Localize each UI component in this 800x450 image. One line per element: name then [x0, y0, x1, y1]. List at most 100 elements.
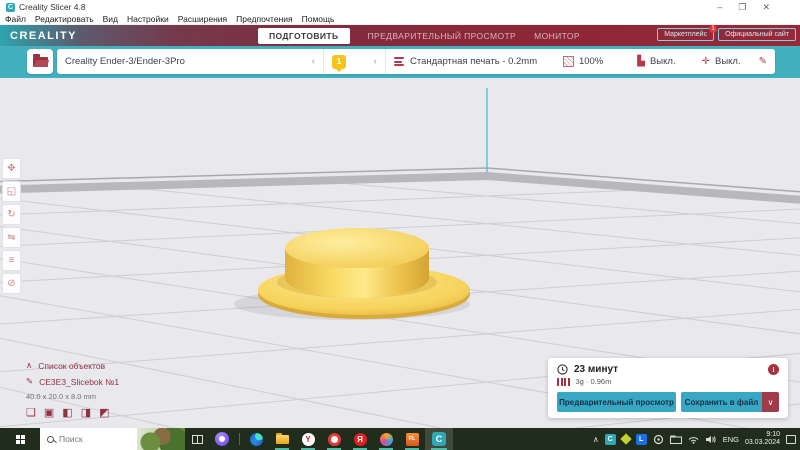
material-icon — [557, 377, 570, 386]
adhesion-setting[interactable]: ✛ Выкл. — [702, 56, 741, 67]
taskbar-item-creality-slicer[interactable]: C — [425, 428, 453, 450]
window-title: Creality Slicer 4.8 — [19, 2, 86, 12]
menu-help[interactable]: Помощь — [302, 14, 335, 24]
taskbar-item-yandex[interactable]: Я — [347, 428, 373, 450]
view-front-icon[interactable]: ▣ — [44, 406, 54, 419]
view-orientation-bar: ❏ ▣ ◧ ◨ ◩ — [26, 406, 119, 419]
minimize-button[interactable]: – — [717, 2, 722, 12]
view-3d-icon[interactable]: ❏ — [26, 406, 36, 419]
support-value: Выкл. — [649, 56, 676, 67]
tab-monitor[interactable]: МОНИТОР — [534, 31, 580, 41]
viewport-3d[interactable]: ✥ ◱ ↻ ⇋ ≡ ⊘ ∧ Список объектов ✎ CE3E3_Sl… — [0, 78, 800, 428]
torch-icon — [379, 432, 393, 446]
save-dropdown-button[interactable]: ∨ — [762, 392, 779, 412]
view-right-icon[interactable]: ◩ — [99, 406, 109, 419]
support-setting[interactable]: ▙ Выкл. — [637, 56, 675, 67]
print-settings-selector[interactable]: Стандартная печать - 0.2mm 100% ▙ Выкл. … — [385, 49, 775, 74]
move-tool-icon[interactable]: ✥ — [2, 158, 21, 179]
view-top-icon[interactable]: ◧ — [62, 406, 72, 419]
menu-edit[interactable]: Редактировать — [35, 14, 94, 24]
taskbar-divider — [235, 428, 243, 450]
taskbar-item-yandex-browser[interactable]: Y — [295, 428, 321, 450]
network-icon[interactable] — [688, 435, 699, 444]
task-view-button[interactable] — [185, 428, 209, 450]
rotate-tool-icon[interactable]: ↻ — [2, 204, 21, 225]
tray-circle-icon[interactable] — [653, 434, 664, 445]
menu-bar: Файл Редактировать Вид Настройки Расшире… — [0, 14, 800, 25]
marketplace-label: Маркетплейс — [664, 31, 708, 38]
marketplace-button[interactable]: Маркетплейс 1 — [657, 25, 718, 41]
slice-info-panel: 23 минут i 3g · 0.96m Предварительный пр… — [548, 358, 788, 418]
tray-l-icon[interactable]: L — [635, 433, 647, 445]
windows-taskbar: Y Я FL C ∧ C L — [0, 428, 800, 450]
search-input[interactable] — [59, 434, 111, 444]
search-highlight-image[interactable] — [137, 428, 185, 450]
taskbar-item-opera[interactable] — [321, 428, 347, 450]
profile-layers-icon — [394, 57, 404, 66]
info-icon[interactable]: i — [768, 364, 779, 375]
fl-studio-icon: FL — [405, 432, 419, 446]
profile-name: Стандартная печать - 0.2mm — [410, 56, 538, 67]
taskbar-clock[interactable]: 9:10 03.03.2024 — [745, 431, 780, 447]
edge-icon — [249, 432, 263, 446]
stage-tabs: ПОДГОТОВИТЬ ПРЕДВАРИТЕЛЬНЫЙ ПРОСМОТР МОН… — [258, 25, 580, 46]
taskbar-item-edge[interactable] — [243, 428, 269, 450]
object-dimensions: 40.0 x 20.0 x 8.0 mm — [26, 392, 97, 401]
scale-tool-icon[interactable]: ◱ — [2, 181, 21, 202]
app-icon: C — [6, 2, 15, 12]
alice-icon — [215, 432, 229, 446]
notification-center-icon[interactable] — [786, 434, 796, 444]
tray-diamond-icon[interactable] — [620, 433, 632, 445]
per-model-settings-icon[interactable]: ≡ — [2, 250, 21, 271]
volume-icon[interactable] — [705, 435, 717, 444]
edit-settings-icon[interactable]: ✎ — [759, 56, 767, 67]
toolbar-strip: Creality Ender-3/Ender-3Pro ‹ 1 ‹ Станда… — [0, 46, 800, 78]
menu-file[interactable]: Файл — [5, 14, 26, 24]
taskbar-item-torch[interactable] — [373, 428, 399, 450]
menu-extensions[interactable]: Расширения — [178, 14, 227, 24]
pencil-icon: ✎ — [26, 376, 34, 386]
support-blocker-icon[interactable]: ⊘ — [2, 273, 21, 294]
object-name: CE3E3_Slicebok №1 — [39, 376, 120, 387]
support-icon: ▙ — [637, 55, 645, 67]
taskbar-item-explorer[interactable] — [269, 428, 295, 450]
printer-name: Creality Ender-3/Ender-3Pro — [65, 56, 185, 67]
clock-icon — [557, 364, 568, 375]
infill-setting[interactable]: 100% — [562, 56, 603, 67]
save-to-file-button[interactable]: Сохранить в файл — [681, 392, 762, 412]
official-site-label: Официальный сайт — [725, 31, 789, 38]
tool-panel: ✥ ◱ ↻ ⇋ ≡ ⊘ — [2, 158, 21, 294]
extruder-selector[interactable]: 1 ‹ — [323, 49, 385, 74]
model-object[interactable] — [234, 228, 470, 320]
preview-button[interactable]: Предварительный просмотр — [557, 392, 676, 412]
printer-selector[interactable]: Creality Ender-3/Ender-3Pro ‹ — [57, 49, 323, 74]
mirror-tool-icon[interactable]: ⇋ — [2, 227, 21, 248]
tray-expand-icon[interactable]: ∧ — [593, 435, 599, 444]
adhesion-value: Выкл. — [714, 56, 741, 67]
tab-preview[interactable]: ПРЕДВАРИТЕЛЬНЫЙ ПРОСМОТР — [368, 31, 517, 41]
object-list-label: Список объектов — [38, 360, 106, 371]
menu-preferences[interactable]: Предпочтения — [236, 14, 292, 24]
menu-view[interactable]: Вид — [103, 14, 118, 24]
title-bar: C Creality Slicer 4.8 – ❐ ✕ — [0, 0, 800, 14]
start-button[interactable] — [0, 428, 40, 450]
open-file-button[interactable] — [27, 49, 53, 74]
menu-settings[interactable]: Настройки — [127, 14, 169, 24]
taskbar-item-fl[interactable]: FL — [399, 428, 425, 450]
infill-icon — [562, 56, 574, 67]
chevron-left-icon: ‹ — [311, 56, 315, 67]
object-list-header[interactable]: ∧ Список объектов — [26, 360, 119, 371]
language-indicator[interactable]: ENG — [723, 435, 739, 444]
maximize-button[interactable]: ❐ — [738, 2, 746, 12]
yandex-browser-icon: Y — [301, 432, 315, 446]
object-name-row[interactable]: ✎ CE3E3_Slicebok №1 — [26, 376, 119, 387]
official-site-button[interactable]: Официальный сайт — [718, 28, 796, 41]
close-button[interactable]: ✕ — [762, 2, 770, 12]
taskbar-item-alice[interactable] — [209, 428, 235, 450]
tab-prepare[interactable]: ПОДГОТОВИТЬ — [258, 27, 350, 44]
tray-folder-icon[interactable] — [669, 435, 682, 444]
creality-logo: CREALITY — [10, 29, 77, 42]
view-left-icon[interactable]: ◨ — [81, 406, 91, 419]
taskbar-search[interactable] — [40, 428, 185, 450]
tray-creality-icon[interactable]: C — [604, 433, 616, 445]
